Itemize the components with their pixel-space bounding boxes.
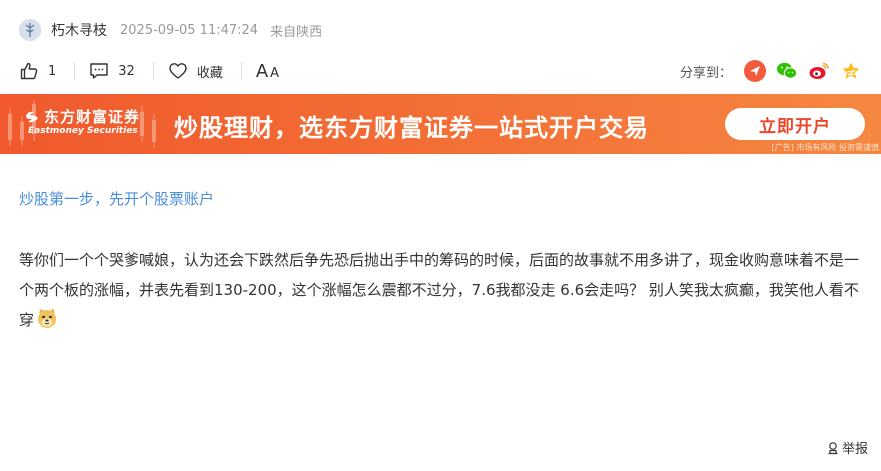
ad-banner[interactable]: 东方财富证券 Eastmoney Securities 炒股理财，选东方财富证券… [0, 94, 881, 154]
divider [152, 62, 154, 80]
post-timestamp: 2025-09-05 11:47:24 [120, 22, 259, 38]
open-account-link[interactable]: 炒股第一步，先开个股票账户 [19, 188, 214, 209]
font-size-small: A [270, 65, 280, 81]
thumbs-up-icon [19, 61, 39, 81]
divider [240, 62, 242, 80]
share-label: 分享到： [679, 65, 732, 81]
report-label: 举报 [841, 442, 868, 457]
brand-name-cn: 东方财富证券 [44, 108, 141, 126]
qzone-icon[interactable] [840, 60, 862, 82]
brand-logo: 东方财富证券 [24, 106, 140, 127]
ad-slogan: 炒股理财，选东方财富证券一站式开户交易 [174, 114, 649, 142]
heart-icon [168, 61, 188, 81]
eastmoney-logo-icon [26, 111, 38, 122]
post-content: 等你们一个个哭爹喊娘，认为还会下跌然后争先恐后抛出手中的筹码的时候，后面的故事就… [19, 245, 869, 335]
divider [74, 62, 76, 80]
report-button[interactable]: 举报 [826, 438, 868, 457]
open-account-button[interactable]: 立即开户 [725, 108, 865, 140]
toutiao-icon[interactable] [744, 60, 766, 82]
post-text: 等你们一个个哭爹喊娘，认为还会下跌然后争先恐后抛出手中的筹码的时候，后面的故事就… [19, 251, 860, 329]
doge-emoji-icon [36, 307, 58, 329]
comment-button[interactable]: 32 [89, 61, 135, 81]
like-button[interactable]: 1 [19, 61, 56, 81]
share-bar: 分享到： [680, 60, 862, 82]
author-row: 朽木寻枝 2025-09-05 11:47:24 来自陕西 [19, 18, 334, 42]
wechat-icon[interactable] [776, 60, 798, 82]
comment-count: 32 [118, 63, 135, 79]
avatar[interactable] [19, 19, 41, 41]
author-name[interactable]: 朽木寻枝 [51, 20, 107, 40]
weibo-icon[interactable] [808, 60, 830, 82]
like-count: 1 [48, 63, 57, 79]
favorite-label: 收藏 [196, 65, 223, 81]
font-size-button[interactable]: A A [256, 61, 279, 82]
font-size-large: A [255, 60, 269, 82]
brand-name-en: Eastmoney Securities [28, 126, 138, 136]
favorite-button[interactable]: 收藏 [168, 61, 223, 81]
report-icon [828, 441, 838, 454]
comment-icon [89, 61, 109, 81]
action-bar: 1 32 收藏 A A 分享到： [19, 58, 862, 84]
post-location: 来自陕西 [270, 24, 323, 40]
ad-disclaimer: [广告] 市场有风险 投资需谨慎 [771, 143, 879, 152]
